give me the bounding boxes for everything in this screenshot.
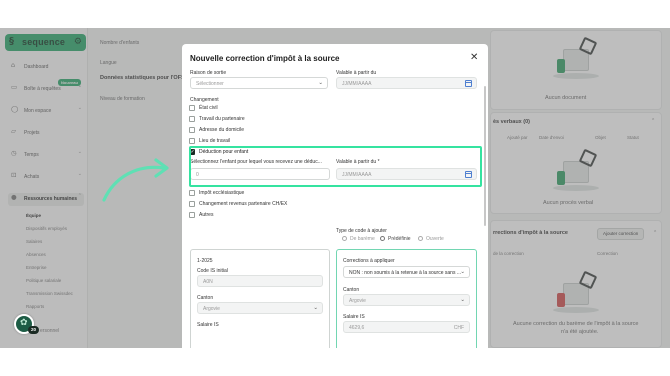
screen: § sequence ⚙ ⌂ Dashboard ▭ Boîte à requê… [0,0,670,376]
calendar-icon[interactable] [465,80,472,87]
radio-label: Ouverte [426,236,444,242]
modal-scrollbar[interactable] [484,86,486,226]
notification-count-badge: 20 [28,326,39,334]
checkbox-label: Lieu de travail [199,138,231,144]
corrections-to-apply-panel: Corrections à appliquer NON : non soumis… [336,249,477,348]
checkbox[interactable] [189,201,195,207]
chevron-down-icon: ⌄ [460,297,465,303]
radio-button[interactable] [418,236,423,241]
checkbox[interactable] [189,105,195,111]
change-church-tax[interactable]: Impôt ecclésiastique [189,189,329,198]
code-type-label: Type de code à ajouter [336,228,387,234]
checkbox[interactable] [189,116,195,122]
corrections-to-apply-title: Corrections à appliquer [343,258,395,264]
period-label: 1-2025 [197,258,213,264]
date-placeholder: JJ/MM/AAAA [342,81,372,87]
checkbox-label: Impôt ecclésiastique [199,190,245,196]
change-partner-income[interactable]: Changement revenus partenaire CH/EX [189,200,329,209]
checkbox-label: Travail du partenaire [199,116,245,122]
checkbox[interactable] [189,138,195,144]
left-salary-label: Salaire IS [197,322,219,328]
pointer-arrow-icon [102,158,169,202]
checkbox-label: Changement revenus partenaire CH/EX [199,201,288,207]
reason-select[interactable]: Sélectionner ⌄ [190,77,328,89]
chevron-down-icon: ⌄ [318,80,323,86]
right-salary-label: Salaire IS [343,314,365,320]
checkbox[interactable] [189,212,195,218]
checkbox-label: Adresse du domicile [199,127,245,133]
chevron-down-icon: ⌄ [313,305,318,311]
valid-from-date-field[interactable]: JJ/MM/AAAA [336,77,477,89]
left-canton-label: Canton [197,295,214,301]
radio-button[interactable] [342,236,347,241]
change-label: Changement [190,97,219,103]
correction-code-select[interactable]: NON : non soumis à la retenue à la sourc… [343,266,470,278]
close-icon[interactable]: ✕ [470,52,478,63]
radio-button-selected[interactable] [380,236,385,241]
radio-label: De barème [350,236,375,242]
currency-unit: CHF [453,325,464,331]
change-partner-work[interactable]: Travail du partenaire [189,115,309,124]
chevron-down-icon: ⌄ [460,269,465,275]
change-home-address[interactable]: Adresse du domicile [189,126,309,135]
checkbox[interactable] [189,190,195,196]
app-window: § sequence ⚙ ⌂ Dashboard ▭ Boîte à requê… [0,28,670,348]
initial-code-panel: 1-2025 Code IS initial A0N Canton Argovi… [190,249,330,348]
initial-code-value: A0N [203,279,213,285]
initial-code-label: Code IS initial [197,268,228,274]
change-other[interactable]: Autres [189,211,329,220]
code-type-scale[interactable]: De barème [342,236,382,243]
code-type-open[interactable]: Ouverte [418,236,458,243]
help-icon: ✿ [20,318,28,328]
left-canton-value: Argovie [203,306,220,312]
new-correction-modal: Nouvelle correction d'impôt à la source … [182,44,488,348]
right-canton-value: Argovie [349,298,366,304]
right-salary-field[interactable]: 4629,6 CHF [343,321,470,333]
right-canton-label: Canton [343,287,360,293]
checkbox-label: État civil [199,105,218,111]
reason-label: Raison de sortie [190,70,227,76]
right-salary-value: 4629,6 [349,325,365,331]
change-workplace[interactable]: Lieu de travail [189,137,309,146]
left-canton-select: Argovie ⌄ [197,302,323,314]
right-canton-select[interactable]: Argovie ⌄ [343,294,470,306]
reason-select-placeholder: Sélectionner [196,81,224,87]
checkbox-label: Autres [199,212,214,218]
highlight-box [189,146,482,187]
radio-label: Prédéfinie [388,236,411,242]
modal-title: Nouvelle correction d'impôt à la source [190,54,340,63]
initial-code-field: A0N [197,275,323,287]
correction-code-value: NON : non soumis à la retenue à la sourc… [349,270,461,276]
change-marital-status[interactable]: État civil [189,104,309,113]
checkbox[interactable] [189,127,195,133]
valid-from-label: Valable à partir du [336,70,377,76]
